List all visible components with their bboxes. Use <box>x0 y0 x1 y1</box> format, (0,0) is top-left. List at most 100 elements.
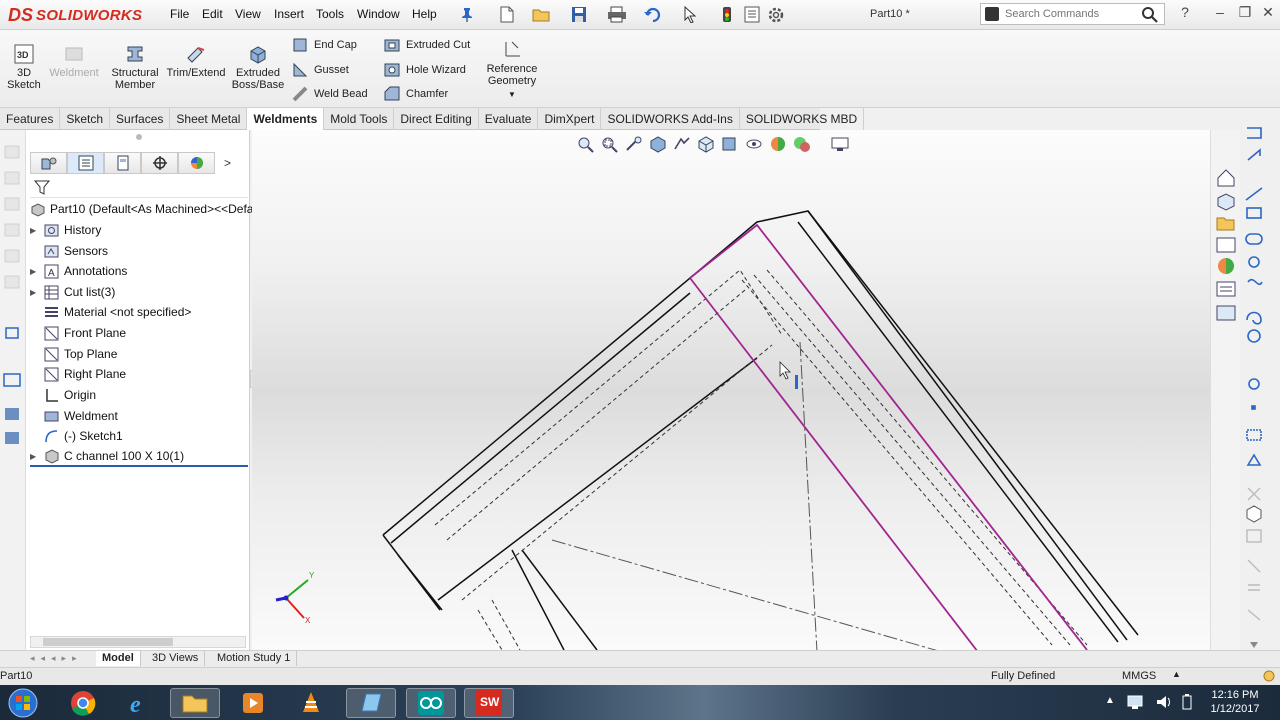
zoom-to-fit-icon[interactable] <box>576 135 598 153</box>
reference-geometry-button[interactable]: Reference Geometry ▼ <box>484 40 540 101</box>
graphics-area[interactable]: Y X ▫▫–❐✕ <box>252 130 1210 652</box>
tab-scroll-arrows-icon[interactable]: ◂◂◂▸▸ <box>30 653 83 664</box>
expand-arrow-icon[interactable]: ▶ <box>30 452 40 461</box>
structural-member-button[interactable]: Structural Member <box>106 40 164 91</box>
tab-weldments[interactable]: Weldments <box>247 108 325 130</box>
customize-status-icon[interactable] <box>1262 669 1276 686</box>
view-orientation-icon[interactable] <box>696 135 718 153</box>
hide-show-items-icon[interactable] <box>744 135 766 153</box>
end-cap-button[interactable]: End Cap <box>292 37 357 53</box>
taskbar-vlc[interactable] <box>286 688 336 718</box>
tree-item-right-plane[interactable]: Right Plane <box>30 364 126 384</box>
show-hidden-icons-chevron-icon[interactable]: ▲ <box>1105 695 1115 706</box>
menu-tools[interactable]: Tools <box>316 7 344 21</box>
tree-item-sensors[interactable]: Sensors <box>30 241 108 261</box>
minimize-button[interactable]: – <box>1210 4 1230 20</box>
taskbar-clock[interactable]: 12:16 PM 1/12/2017 <box>1200 688 1270 716</box>
solidworks-logo[interactable]: DS SOLIDWORKS <box>8 3 144 27</box>
tab-dimxpert[interactable]: DimXpert <box>538 108 602 130</box>
filter-icon[interactable] <box>34 180 50 196</box>
save-icon[interactable] <box>570 6 588 23</box>
windows-start-button[interactable] <box>4 687 42 719</box>
rebuild-icon[interactable] <box>719 6 737 23</box>
panel-horizontal-scrollbar[interactable] <box>30 636 246 648</box>
tree-item-origin[interactable]: Origin <box>30 385 96 405</box>
tab-sheet-metal[interactable]: Sheet Metal <box>170 108 248 130</box>
print-icon[interactable] <box>607 6 626 23</box>
tree-item-front-plane[interactable]: Front Plane <box>30 323 126 343</box>
taskbar-arduino[interactable] <box>406 688 456 718</box>
section-view-icon[interactable] <box>648 135 670 153</box>
feature-manager-tab[interactable] <box>30 152 67 174</box>
trim-extend-button[interactable]: Trim/Extend <box>166 40 226 79</box>
units-chevron-up-icon[interactable]: ▲ <box>1172 669 1181 679</box>
file-properties-icon[interactable] <box>743 6 761 23</box>
taskbar-media-player[interactable] <box>228 688 278 718</box>
hole-wizard-button[interactable]: Hole Wizard <box>384 62 466 78</box>
viewport-window-controls[interactable]: ▫▫–❐✕ <box>1114 130 1197 131</box>
panel-grip-icon[interactable] <box>136 134 142 140</box>
tree-item-annotations[interactable]: ▶ A Annotations <box>30 261 127 281</box>
tab-3d-views[interactable]: 3D Views <box>146 651 206 666</box>
tree-item-weldment[interactable]: Weldment <box>30 406 118 426</box>
tab-surfaces[interactable]: Surfaces <box>110 108 171 130</box>
reference-geometry-dropdown-icon[interactable]: ▼ <box>484 89 540 101</box>
weldment-button[interactable]: Weldment <box>48 40 100 79</box>
menu-help[interactable]: Help <box>412 7 437 21</box>
tab-evaluate[interactable]: Evaluate <box>479 108 539 130</box>
taskbar-internet-explorer[interactable]: e <box>114 688 164 718</box>
help-button[interactable]: ? <box>1175 4 1195 20</box>
tab-motion-study-1[interactable]: Motion Study 1 <box>211 651 298 666</box>
tree-root-part[interactable]: Part10 (Default<As Machined><<Defau <box>30 199 260 219</box>
tab-sketch[interactable]: Sketch <box>60 108 111 130</box>
menu-edit[interactable]: Edit <box>202 7 223 21</box>
options-gear-icon[interactable] <box>767 6 785 23</box>
taskbar-app[interactable] <box>346 688 396 718</box>
status-units[interactable]: MMGS <box>1122 670 1156 682</box>
edit-appearance-icon[interactable] <box>768 135 790 153</box>
tree-item-top-plane[interactable]: Top Plane <box>30 344 117 364</box>
extruded-cut-button[interactable]: Extruded Cut <box>384 37 470 53</box>
property-manager-tab[interactable] <box>67 152 104 174</box>
view-settings-icon[interactable] <box>830 135 852 153</box>
open-folder-icon[interactable] <box>532 6 550 23</box>
tab-direct-editing[interactable]: Direct Editing <box>394 108 479 130</box>
tab-mold-tools[interactable]: Mold Tools <box>324 108 395 130</box>
task-pane-icons[interactable] <box>1214 166 1244 366</box>
menu-window[interactable]: Window <box>357 7 400 21</box>
3d-sketch-button[interactable]: 3D 3D Sketch <box>4 40 44 91</box>
new-document-icon[interactable] <box>498 6 516 23</box>
select-arrow-icon[interactable] <box>681 5 699 24</box>
chevron-right-icon[interactable]: > <box>215 152 240 174</box>
menu-insert[interactable]: Insert <box>274 7 304 21</box>
tray-network-icon[interactable] <box>1126 694 1144 713</box>
configuration-manager-tab[interactable] <box>104 152 141 174</box>
tree-item-c-channel[interactable]: ▶ C channel 100 X 10(1) <box>30 447 248 467</box>
pin-icon[interactable] <box>460 6 474 25</box>
restore-button[interactable]: ❐ <box>1235 4 1255 21</box>
search-commands-box[interactable] <box>980 3 1165 25</box>
close-button[interactable]: ✕ <box>1258 4 1278 21</box>
search-command-type-icon[interactable] <box>985 7 999 21</box>
display-manager-tab[interactable] <box>178 152 215 174</box>
expand-arrow-icon[interactable]: ▶ <box>30 288 40 297</box>
gusset-button[interactable]: Gusset <box>292 62 349 78</box>
apply-scene-icon[interactable] <box>792 135 814 153</box>
menu-file[interactable]: File <box>170 7 189 21</box>
tree-item-sketch1[interactable]: (-) Sketch1 <box>30 426 123 446</box>
tray-volume-icon[interactable] <box>1155 694 1173 713</box>
menu-view[interactable]: View <box>235 7 261 21</box>
taskbar-file-explorer[interactable] <box>170 688 220 718</box>
undo-icon[interactable] <box>643 6 661 23</box>
tray-battery-icon[interactable] <box>1180 694 1194 713</box>
expand-arrow-icon[interactable]: ▶ <box>30 267 40 276</box>
weld-bead-button[interactable]: Weld Bead <box>292 86 368 102</box>
taskbar-solidworks[interactable]: SW <box>464 688 514 718</box>
extruded-boss-button[interactable]: Extruded Boss/Base <box>230 40 286 91</box>
tree-item-material[interactable]: Material <not specified> <box>30 302 191 322</box>
display-style-icon[interactable] <box>720 135 742 153</box>
tab-features[interactable]: Features <box>0 108 61 130</box>
scrollbar-thumb[interactable] <box>43 638 173 646</box>
tree-item-cut-list[interactable]: ▶ Cut list(3) <box>30 282 115 302</box>
dynamic-annotation-icon[interactable] <box>672 135 694 153</box>
